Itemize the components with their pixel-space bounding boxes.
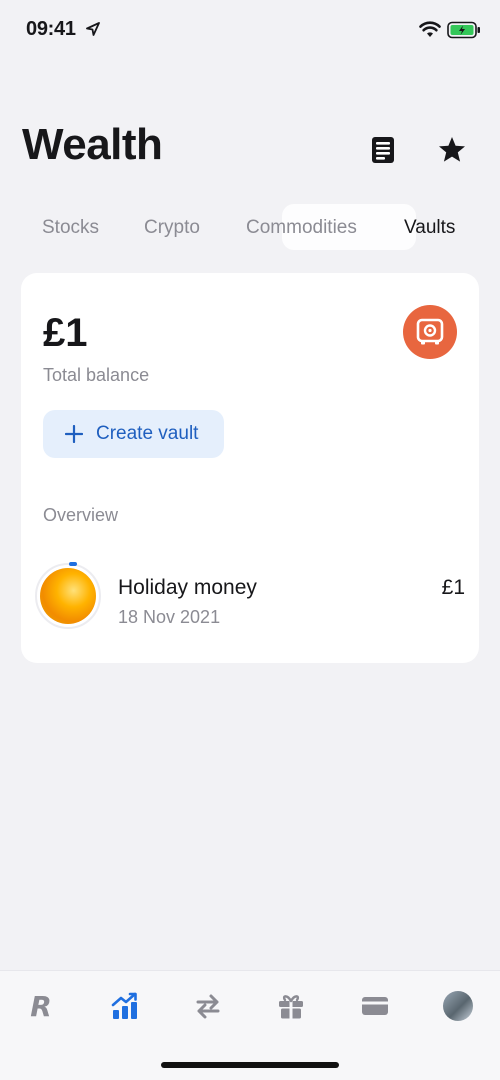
wealth-chart-icon [111, 992, 137, 1019]
tabbar-cards[interactable] [358, 989, 392, 1023]
wealth-tabs: Stocks Crypto Commodities Vaults [0, 215, 500, 255]
vault-name: Holiday money [118, 576, 257, 599]
vault-list-item[interactable]: Holiday money 18 Nov 2021 £1 [35, 562, 465, 633]
tab-commodities[interactable]: Commodities [246, 215, 357, 241]
total-balance-label: Total balance [43, 365, 150, 385]
tabbar-profile[interactable] [441, 989, 475, 1023]
vault-progress-indicator [69, 562, 77, 566]
card-icon [362, 997, 388, 1015]
gift-icon [279, 995, 303, 1019]
vault-safe-badge [403, 305, 457, 359]
tab-vaults[interactable]: Vaults [404, 215, 455, 241]
star-icon[interactable] [436, 134, 468, 166]
tabbar-rewards[interactable] [274, 989, 308, 1023]
total-balance-amount: £1 [43, 311, 88, 355]
revolut-r-icon: R [30, 989, 52, 1023]
transfer-arrows-icon [196, 994, 220, 1019]
create-vault-button[interactable]: Create vault [43, 410, 224, 458]
home-indicator [161, 1062, 339, 1068]
overview-heading: Overview [43, 505, 119, 525]
create-vault-label: Create vault [96, 423, 199, 444]
status-time: 09:41 [26, 18, 76, 40]
vaults-card: £1 Total balance Create vault Overview H… [21, 273, 479, 663]
news-icon[interactable] [367, 134, 399, 166]
safe-icon [416, 318, 444, 345]
vault-date: 18 Nov 2021 [118, 607, 221, 627]
vault-avatar [35, 563, 101, 629]
wifi-icon [419, 21, 441, 37]
battery-icon [447, 21, 480, 39]
tabbar-wealth[interactable] [108, 989, 142, 1023]
profile-avatar [443, 991, 473, 1021]
tab-crypto[interactable]: Crypto [144, 215, 200, 241]
location-arrow-icon [86, 22, 100, 36]
tabbar-home[interactable]: R [24, 989, 58, 1023]
plus-icon [65, 425, 83, 443]
page-title: Wealth [22, 120, 163, 169]
status-bar: 09:41 [0, 0, 500, 60]
tab-stocks[interactable]: Stocks [42, 215, 99, 241]
vault-amount: £1 [441, 576, 465, 599]
vault-image [40, 568, 96, 624]
tabbar-transfers[interactable] [191, 989, 225, 1023]
